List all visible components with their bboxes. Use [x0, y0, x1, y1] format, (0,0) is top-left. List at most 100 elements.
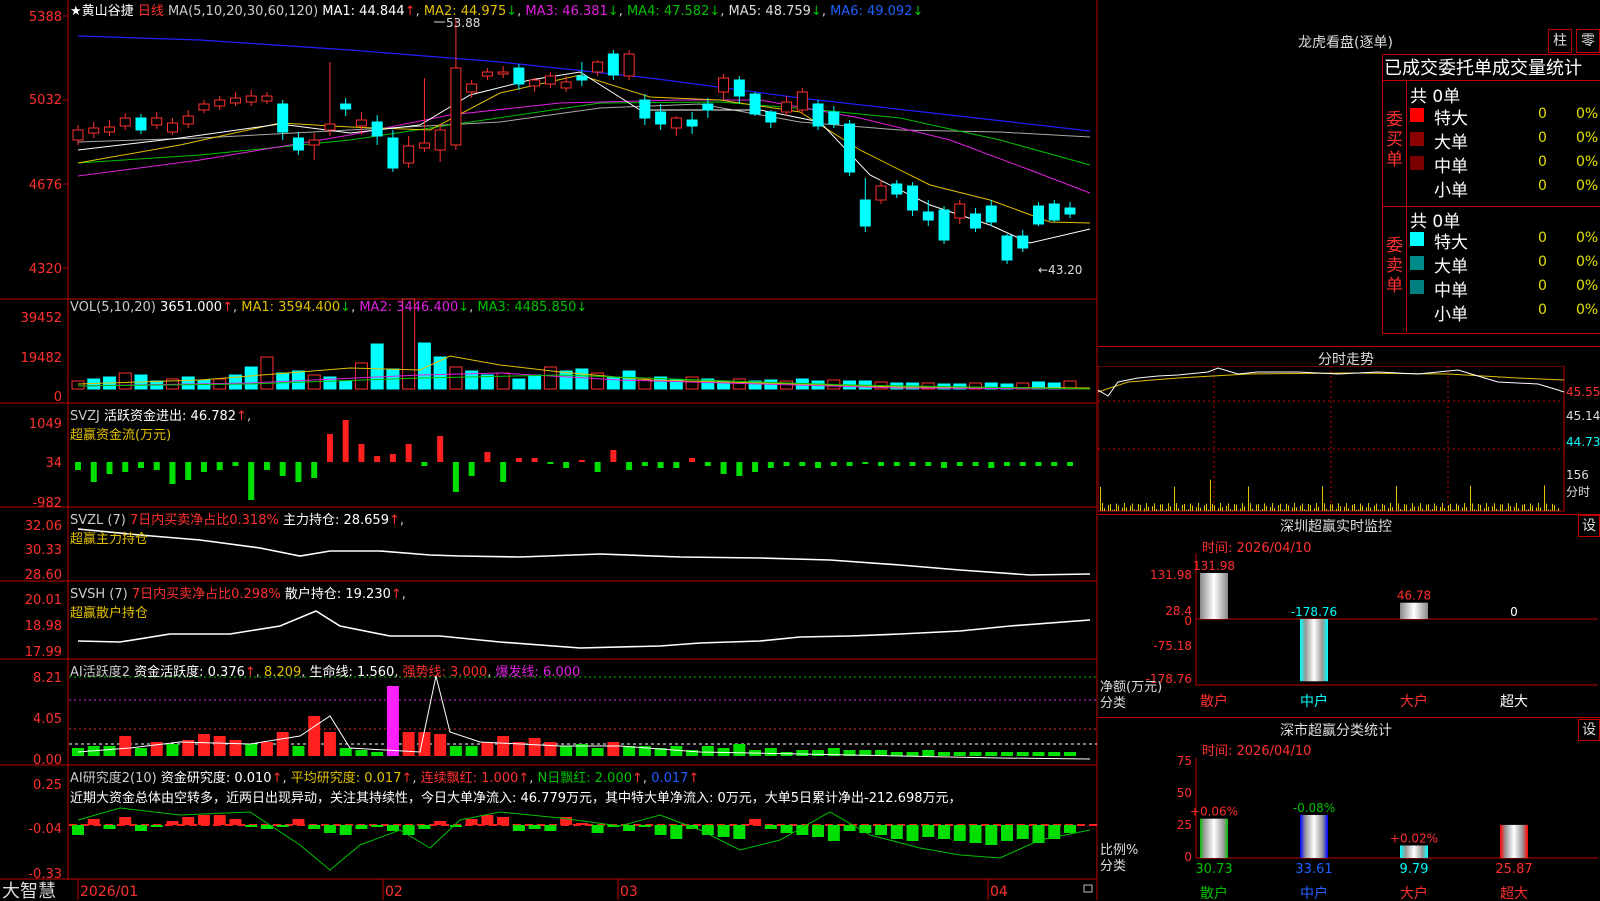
volume-bar [292, 371, 304, 389]
intraday-volume-bar [1220, 503, 1221, 511]
candle-body [404, 146, 414, 163]
intraday-volume-bar [1412, 503, 1413, 511]
svzl-y-tick: 30.33 [25, 543, 62, 558]
order-percent: 0% [1576, 106, 1598, 122]
volume-bar [182, 377, 194, 389]
activity-bar [434, 734, 446, 756]
candle-body [892, 184, 902, 194]
intraday-y-tick: 45.14 [1566, 409, 1600, 423]
intraday-volume-bar [1236, 505, 1237, 511]
ai2-note: 近期大资金总体由空转多，近两日出现异动，关注其持续性，今日大单净流入: 46.7… [70, 787, 1096, 806]
sz-monitor-bar [1200, 573, 1228, 619]
intraday-volume-bar [1506, 509, 1507, 511]
order-size-label: 中单 [1434, 152, 1468, 177]
intraday-volume-bar [1296, 507, 1297, 511]
zero-mode-button[interactable]: 零 [1576, 29, 1600, 53]
activity-bar [277, 732, 289, 756]
order-percent: 0% [1576, 230, 1598, 246]
research-bar [151, 825, 163, 827]
order-size-label: 小单 [1434, 300, 1468, 325]
period-label[interactable]: 日线 [138, 4, 164, 19]
intraday-volume-bar [1452, 510, 1453, 511]
brand-logo: 大智慧 [2, 881, 56, 900]
candle-body [199, 104, 209, 110]
order-row: 特大00% [1410, 104, 1600, 126]
intraday-volume-bar [1152, 506, 1153, 511]
fund-flow-bar [862, 462, 868, 464]
order-percent: 0% [1576, 278, 1598, 294]
candle-body [419, 143, 429, 148]
intraday-volume-bar [1508, 503, 1509, 511]
sz-stats-bars: +0.06%30.73-0.08%33.61+0.02%9.7925.87 [1190, 801, 1533, 877]
candle-body [561, 82, 571, 88]
intraday-volume-bar [1334, 510, 1335, 511]
fund-flow-bar [201, 462, 207, 472]
candle-body [829, 112, 839, 124]
intraday-volume-bar [1400, 509, 1401, 511]
order-percent: 0% [1576, 178, 1598, 194]
vol-y-tick: 19482 [21, 351, 62, 366]
fund-flow-bar [658, 462, 664, 468]
fund-flow-bar [500, 462, 506, 482]
candle-body [1065, 208, 1075, 214]
candle-body [388, 138, 398, 168]
intraday-volume-bar [1330, 504, 1331, 511]
fund-flow-bar [579, 460, 585, 462]
kline-chart-area[interactable]: 5388 5032 4676 4320 53.88 ←43.20 39452 1… [0, 0, 1098, 900]
stats-y-tick: 75 [1177, 754, 1192, 768]
intraday-volume-bar [1540, 508, 1541, 511]
sz-stats-bar [1400, 845, 1428, 858]
intraday-volume-bar [1436, 506, 1437, 511]
volume-bar [497, 373, 509, 389]
intraday-volume-bar [1316, 503, 1317, 511]
research-bar [355, 825, 367, 829]
sz-monitor-value: 131.98 [1193, 559, 1235, 573]
intraday-volume-bar [1338, 503, 1339, 511]
intraday-volume-bar [1166, 509, 1167, 511]
sz-stats-bar [1300, 815, 1328, 858]
research-bar [481, 815, 493, 825]
activity-bar [497, 736, 509, 756]
activity-bar [119, 736, 131, 756]
fund-flow-bar [516, 458, 522, 462]
fund-flow-bar [768, 462, 774, 468]
intraday-vol-label: 分时 [1566, 485, 1590, 499]
fund-flow-bar [437, 436, 443, 462]
intraday-volume-bar [1214, 505, 1215, 511]
fund-flow-bar [122, 462, 128, 472]
fund-flow-bar [532, 458, 538, 462]
vol-y-tick: 39452 [21, 311, 62, 326]
intraday-volume-bar [1526, 510, 1527, 511]
intraday-volume-bar [1456, 504, 1457, 511]
intraday-chart[interactable]: 45.55 45.14 44.73 156 分时 [1098, 366, 1600, 512]
sz-stats-value: 25.87 [1495, 862, 1532, 877]
intraday-volume-bar [1282, 510, 1283, 511]
activity-bar [135, 748, 147, 756]
candle-body [435, 130, 445, 150]
sz-x-axis-label: 分类 [1100, 696, 1126, 711]
candle-body [1049, 204, 1059, 220]
star-icon[interactable]: ★ [70, 4, 82, 19]
intraday-volume-bar [1310, 505, 1311, 511]
research-bar [781, 825, 793, 833]
stats-y-axis-label: 比例% [1100, 843, 1138, 858]
intraday-volume-bar [1198, 503, 1199, 511]
svzj-header: SVZJ 活跃资金进出: 46.782↑, 超赢资金流(万元) [70, 405, 251, 443]
intraday-volume-bar [1404, 504, 1405, 511]
stats-x-label: 中户 [1300, 885, 1328, 901]
intraday-volume-bar [1266, 506, 1267, 511]
candle-body [593, 62, 603, 72]
intraday-volume-bar [1352, 505, 1353, 511]
bar-mode-button[interactable]: 柱 [1548, 29, 1572, 53]
activity-bar [1064, 752, 1076, 756]
ai2-y-tick: -0.04 [28, 822, 62, 837]
fund-flow-bar [484, 452, 490, 462]
order-size-label: 特大 [1434, 228, 1468, 253]
research-bar [749, 819, 761, 825]
activity-bar [985, 752, 997, 756]
volume-bar [72, 381, 84, 389]
candle-body [89, 128, 99, 133]
fund-flow-bar [327, 434, 333, 462]
fund-flow-bar [799, 462, 805, 466]
candle-body [120, 118, 130, 126]
